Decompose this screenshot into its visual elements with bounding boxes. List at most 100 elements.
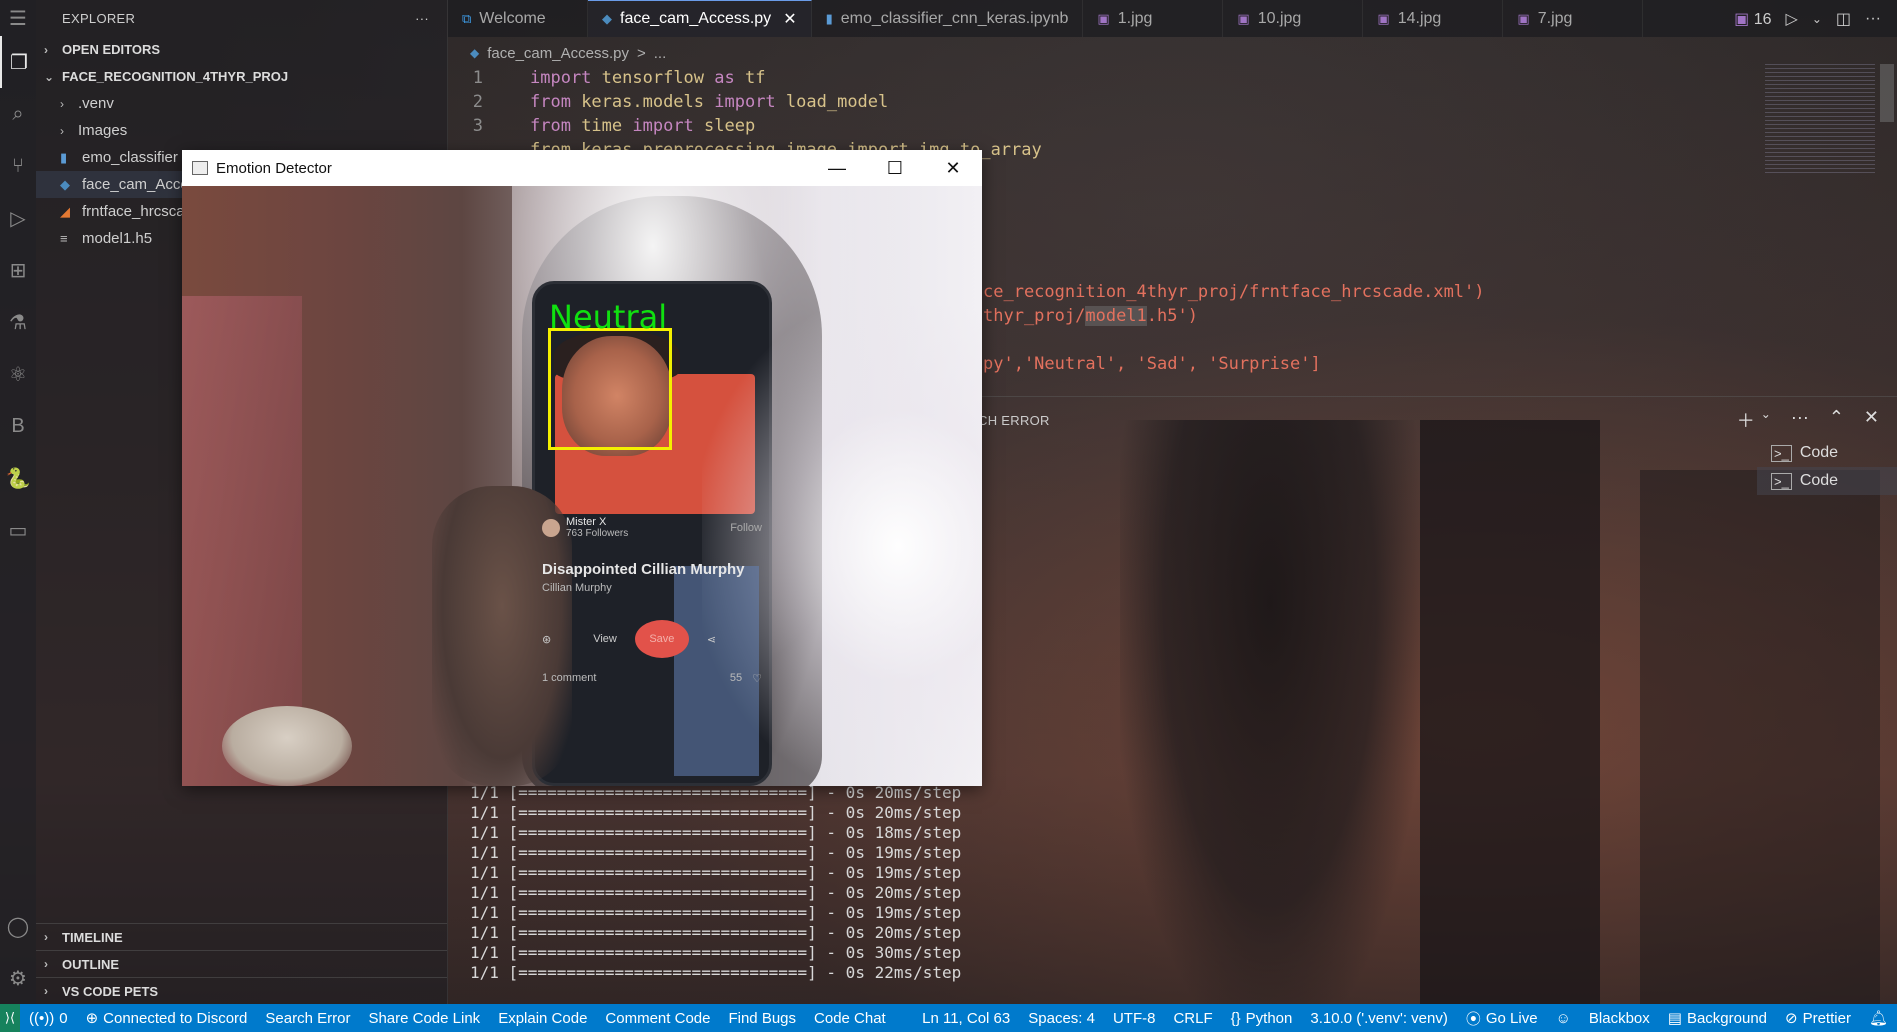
testing-icon[interactable]: ⚗ bbox=[0, 296, 36, 348]
chevron-down-icon[interactable]: ⌄ bbox=[1761, 407, 1771, 433]
encoding[interactable]: UTF-8 bbox=[1104, 1010, 1165, 1027]
go-live-button[interactable]: ⦿ Go Live bbox=[1457, 1008, 1547, 1029]
face-bounding-box bbox=[548, 328, 672, 450]
tab-welcome[interactable]: ⧉ Welcome bbox=[448, 0, 588, 37]
background-button[interactable]: ▤ Background bbox=[1659, 1009, 1776, 1028]
copilot-icon[interactable]: ☺ bbox=[1547, 1010, 1580, 1027]
phone-post: Mister X 763 Followers Follow Disappoint… bbox=[542, 516, 762, 685]
code-chat-button[interactable]: Code Chat bbox=[805, 1010, 895, 1027]
indentation[interactable]: Spaces: 4 bbox=[1019, 1010, 1104, 1027]
comment-code-button[interactable]: Comment Code bbox=[596, 1010, 719, 1027]
post-user: Mister X bbox=[566, 516, 607, 528]
explain-code-button[interactable]: Explain Code bbox=[489, 1010, 596, 1027]
open-editors-section[interactable]: › OPEN EDITORS bbox=[36, 36, 447, 63]
explorer-icon[interactable]: ❐ bbox=[0, 36, 36, 88]
add-terminal-icon[interactable]: ＋ bbox=[1737, 407, 1755, 433]
run-icon[interactable]: ▷ bbox=[1786, 9, 1798, 29]
go-live-label: Go Live bbox=[1485, 1009, 1538, 1027]
settings-gear-icon[interactable]: ⚙ bbox=[0, 952, 36, 1004]
notebook-icon: ▮ bbox=[60, 149, 68, 165]
tree-item-label: .venv bbox=[78, 95, 114, 112]
tab-10-jpg[interactable]: ▣ 10.jpg bbox=[1223, 0, 1364, 37]
terminal-output[interactable]: 1/1 [==============================] - 0… bbox=[470, 783, 961, 983]
close-panel-icon[interactable]: ✕ bbox=[1864, 407, 1879, 433]
project-folder-section[interactable]: ⌄ FACE_RECOGNITION_4THYR_PROJ bbox=[36, 63, 447, 90]
keyword: import bbox=[530, 68, 592, 88]
tab-emo-classifier[interactable]: ▮ emo_classifier_cnn_keras.ipynb bbox=[812, 0, 1084, 37]
tab-overflow[interactable]: ▣ 16 bbox=[1734, 9, 1771, 29]
chevron-right-icon: › bbox=[44, 957, 48, 971]
menu-icon[interactable]: ☰ bbox=[0, 0, 36, 36]
teddy-bear bbox=[222, 706, 352, 786]
discord-status[interactable]: ⊕ Connected to Discord bbox=[77, 1009, 257, 1028]
tree-item-label: face_cam_Acce bbox=[82, 176, 189, 193]
more-actions-icon[interactable]: ··· bbox=[415, 11, 429, 26]
status-bar: ⟩⟨ ((•)) 0 ⊕ Connected to Discord Search… bbox=[0, 1004, 1897, 1032]
python-icon[interactable]: 🐍 bbox=[0, 452, 36, 504]
blackbox-button[interactable]: Blackbox bbox=[1580, 1010, 1659, 1027]
breadcrumb-rest[interactable]: ... bbox=[654, 45, 667, 62]
file-icon: ▤ bbox=[1667, 1010, 1682, 1027]
find-bugs-button[interactable]: Find Bugs bbox=[719, 1010, 805, 1027]
emotion-detector-window[interactable]: Emotion Detector — ☐ ✕ Mister X 763 Foll… bbox=[182, 150, 982, 786]
split-editor-icon[interactable]: ◫ bbox=[1836, 9, 1851, 29]
notifications-bell-icon[interactable]: 🔔︎ bbox=[1860, 1009, 1897, 1027]
window-titlebar[interactable]: Emotion Detector — ☐ ✕ bbox=[182, 150, 982, 186]
terminal-item[interactable]: >_ Code bbox=[1757, 467, 1897, 495]
outline-section[interactable]: › OUTLINE bbox=[36, 950, 447, 977]
terminal-item[interactable]: >_ Code bbox=[1757, 439, 1897, 467]
post-follow: Follow bbox=[730, 521, 762, 534]
tree-item-images[interactable]: › Images bbox=[36, 117, 447, 144]
camera-feed: Mister X 763 Followers Follow Disappoint… bbox=[182, 186, 982, 786]
panel-tab-partial[interactable]: CH ERROR bbox=[978, 413, 1050, 428]
maximize-icon[interactable]: ☐ bbox=[866, 150, 924, 186]
tab-1-jpg[interactable]: ▣ 1.jpg bbox=[1083, 0, 1224, 37]
editor-scrollbar[interactable] bbox=[1880, 64, 1894, 122]
ports-status[interactable]: ((•)) 0 bbox=[20, 1010, 77, 1027]
terminal-label: Code bbox=[1799, 444, 1839, 461]
more-actions-icon[interactable]: ··· bbox=[1865, 10, 1881, 28]
search-icon[interactable]: ⌕ bbox=[0, 88, 36, 140]
line-number: 2 bbox=[472, 92, 483, 112]
language-mode[interactable]: {} Python bbox=[1222, 1010, 1302, 1027]
account-icon[interactable]: ◯ bbox=[0, 900, 36, 952]
identifier: sleep bbox=[693, 116, 756, 136]
timeline-section[interactable]: › TIMELINE bbox=[36, 923, 447, 950]
maximize-panel-icon[interactable]: ⌃ bbox=[1829, 407, 1844, 433]
notebook-icon: ▮ bbox=[825, 10, 833, 26]
cursor-position[interactable]: Ln 11, Col 63 bbox=[913, 1010, 1019, 1027]
share-code-link-button[interactable]: Share Code Link bbox=[359, 1010, 489, 1027]
remote-explorer-icon[interactable]: ▭ bbox=[0, 504, 36, 556]
line-ending[interactable]: CRLF bbox=[1164, 1010, 1221, 1027]
run-debug-icon[interactable]: ▷ bbox=[0, 192, 36, 244]
blackbox-icon[interactable]: B bbox=[0, 400, 36, 452]
minimize-icon[interactable]: — bbox=[808, 150, 866, 186]
more-actions-icon[interactable]: ··· bbox=[1791, 407, 1809, 433]
python-interpreter[interactable]: 3.10.0 ('.venv': venv) bbox=[1301, 1010, 1456, 1027]
terminal-line: 1/1 [==============================] - 0… bbox=[470, 963, 962, 982]
check-circle-icon: ⊘ bbox=[1785, 1010, 1798, 1027]
string-literal-highlight: model1 bbox=[1085, 306, 1147, 326]
react-icon[interactable]: ⚛ bbox=[0, 348, 36, 400]
breadcrumb-file[interactable]: face_cam_Access.py bbox=[487, 45, 629, 62]
source-control-icon[interactable]: ⑂ bbox=[0, 140, 36, 192]
post-comments: 1 comment bbox=[542, 672, 597, 684]
tab-face-cam-access[interactable]: ◆ face_cam_Access.py ✕ bbox=[588, 0, 812, 37]
app-icon bbox=[192, 161, 208, 175]
tab-14-jpg[interactable]: ▣ 14.jpg bbox=[1363, 0, 1504, 37]
close-icon[interactable]: ✕ bbox=[924, 150, 982, 186]
vscode-pets-section[interactable]: › VS CODE PETS bbox=[36, 977, 447, 1004]
extensions-icon[interactable]: ⊞ bbox=[0, 244, 36, 296]
post-save: Save bbox=[634, 620, 689, 658]
remote-icon[interactable]: ⟩⟨ bbox=[0, 1004, 20, 1032]
prettier-button[interactable]: ⊘ Prettier bbox=[1776, 1009, 1860, 1028]
search-error-button[interactable]: Search Error bbox=[256, 1010, 359, 1027]
chevron-down-icon[interactable]: ⌄ bbox=[1812, 12, 1822, 26]
tree-item-venv[interactable]: › .venv bbox=[36, 90, 447, 117]
tab-label: emo_classifier_cnn_keras.ipynb bbox=[840, 9, 1069, 27]
minimap[interactable] bbox=[1765, 64, 1875, 174]
tab-7-jpg[interactable]: ▣ 7.jpg bbox=[1503, 0, 1644, 37]
breadcrumb: ◆ face_cam_Access.py > ... bbox=[470, 42, 666, 64]
close-icon[interactable]: ✕ bbox=[783, 9, 796, 29]
braces-icon: {} bbox=[1230, 1009, 1241, 1027]
